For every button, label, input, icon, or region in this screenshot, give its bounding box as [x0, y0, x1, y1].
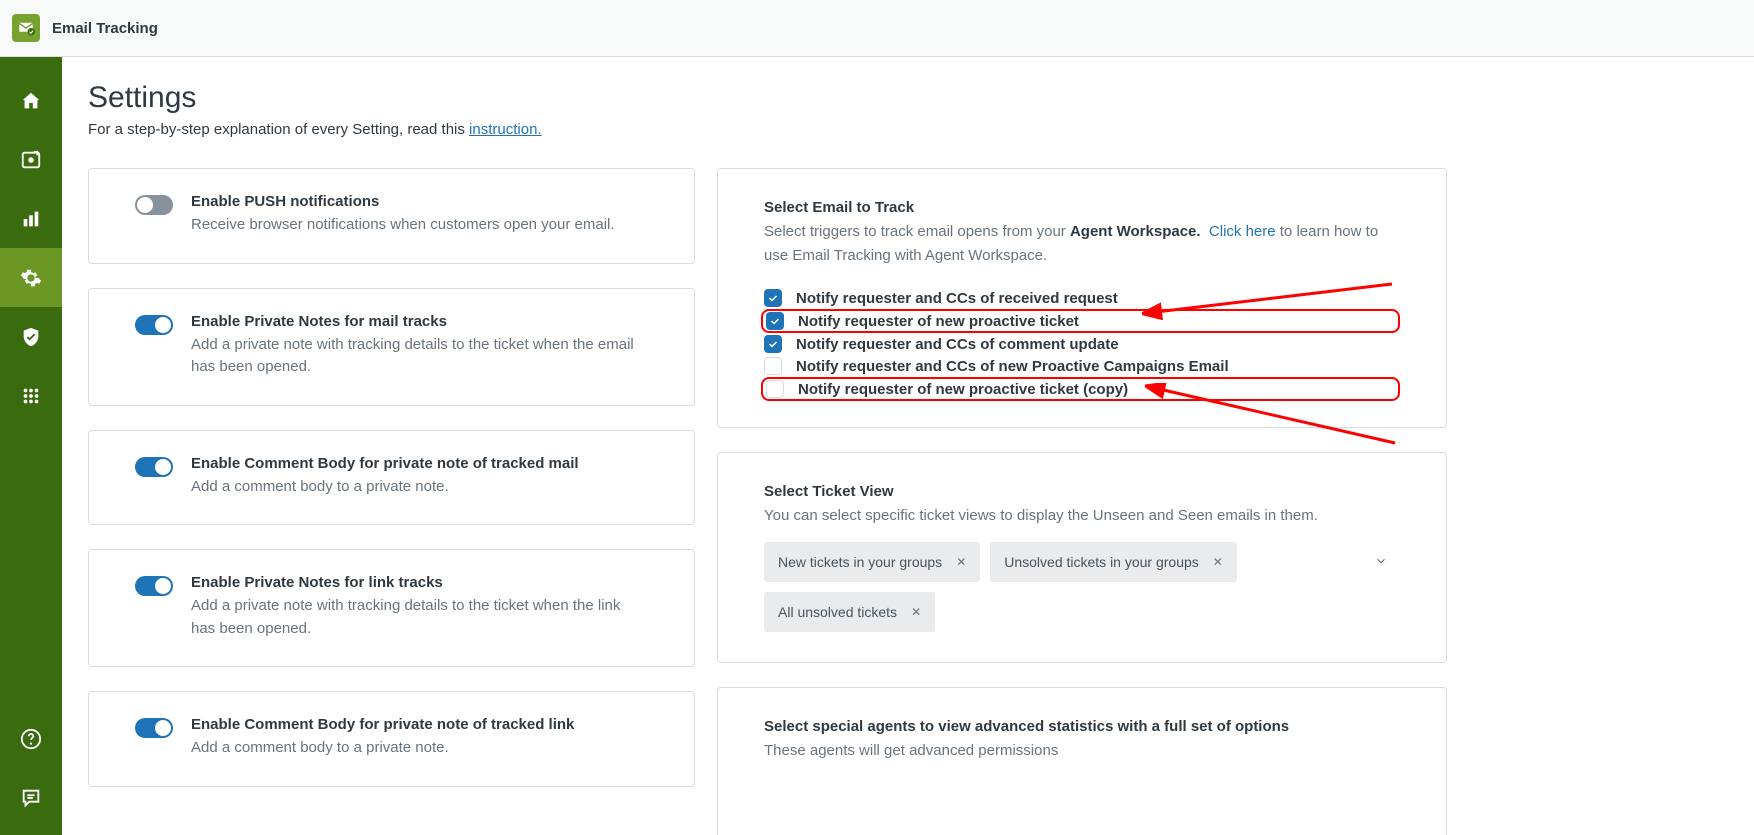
sidebar-item-view[interactable] — [0, 130, 62, 189]
select-email-title: Select Email to Track — [764, 199, 1400, 216]
topbar: Email Tracking — [0, 0, 1754, 57]
special-agents-card: Select special agents to view advanced s… — [717, 687, 1447, 835]
instruction-link[interactable]: instruction. — [469, 121, 542, 138]
sidebar-item-security[interactable] — [0, 307, 62, 366]
sidebar-item-chat[interactable] — [0, 768, 62, 827]
sidebar-item-help[interactable] — [0, 709, 62, 768]
checkbox[interactable] — [766, 312, 784, 330]
ticket-view-card: Select Ticket View You can select specif… — [717, 452, 1447, 663]
sidebar — [0, 57, 62, 835]
toggle-switch[interactable] — [135, 718, 173, 738]
setting-title: Enable Private Notes for mail tracks — [191, 313, 648, 330]
close-icon[interactable]: ✕ — [911, 605, 921, 619]
ticket-view-desc: You can select specific ticket views to … — [764, 504, 1400, 528]
checkbox[interactable] — [764, 357, 782, 375]
setting-title: Enable Comment Body for private note of … — [191, 455, 579, 472]
toggle-switch[interactable] — [135, 576, 173, 596]
trigger-check-row: Notify requester and CCs of comment upda… — [764, 333, 1400, 355]
ticket-view-tags[interactable]: New tickets in your groups✕Unsolved tick… — [764, 542, 1400, 632]
ticket-view-tag[interactable]: Unsolved tickets in your groups ✕ — [990, 542, 1237, 582]
setting-card: Enable PUSH notifications Receive browse… — [88, 168, 695, 264]
sidebar-item-settings[interactable] — [0, 248, 62, 307]
app-logo — [12, 14, 40, 42]
ticket-view-tag[interactable]: All unsolved tickets ✕ — [764, 592, 935, 632]
chevron-down-icon[interactable] — [1374, 554, 1388, 573]
check-label: Notify requester and CCs of new Proactiv… — [796, 358, 1229, 375]
checkbox[interactable] — [766, 380, 784, 398]
checkbox[interactable] — [764, 289, 782, 307]
check-label: Notify requester of new proactive ticket — [798, 313, 1079, 330]
check-label: Notify requester of new proactive ticket… — [798, 381, 1128, 398]
setting-title: Enable PUSH notifications — [191, 193, 615, 210]
page-title: Settings — [88, 81, 1728, 115]
setting-card: Enable Comment Body for private note of … — [88, 691, 695, 787]
trigger-checklist: Notify requester and CCs of received req… — [764, 287, 1400, 401]
trigger-check-row: Notify requester of new proactive ticket… — [761, 377, 1400, 401]
main-content: Settings For a step-by-step explanation … — [62, 57, 1754, 835]
trigger-check-row: Notify requester of new proactive ticket — [761, 309, 1400, 333]
setting-desc: Add a private note with tracking details… — [191, 334, 648, 379]
ticket-view-tag[interactable]: New tickets in your groups ✕ — [764, 542, 980, 582]
trigger-check-row: Notify requester and CCs of received req… — [764, 287, 1400, 309]
setting-desc: Add a private note with tracking details… — [191, 595, 648, 640]
setting-desc: Add a comment body to a private note. — [191, 737, 574, 760]
left-column: Enable PUSH notifications Receive browse… — [88, 168, 695, 835]
sidebar-item-reports[interactable] — [0, 189, 62, 248]
close-icon[interactable]: ✕ — [1213, 555, 1223, 569]
setting-card: Enable Comment Body for private note of … — [88, 430, 695, 526]
select-email-card: Select Email to Track Select triggers to… — [717, 168, 1447, 428]
trigger-check-row: Notify requester and CCs of new Proactiv… — [764, 355, 1400, 377]
tag-label: Unsolved tickets in your groups — [1004, 554, 1199, 570]
agents-title: Select special agents to view advanced s… — [764, 718, 1400, 735]
page-description: For a step-by-step explanation of every … — [88, 121, 1728, 138]
page-desc-text: For a step-by-step explanation of every … — [88, 121, 469, 138]
setting-desc: Receive browser notifications when custo… — [191, 214, 615, 237]
setting-desc: Add a comment body to a private note. — [191, 476, 579, 499]
setting-card: Enable Private Notes for link tracks Add… — [88, 549, 695, 667]
setting-card: Enable Private Notes for mail tracks Add… — [88, 288, 695, 406]
sidebar-item-apps[interactable] — [0, 366, 62, 425]
setting-title: Enable Comment Body for private note of … — [191, 716, 574, 733]
close-icon[interactable]: ✕ — [956, 555, 966, 569]
sidebar-item-home[interactable] — [0, 71, 62, 130]
check-label: Notify requester and CCs of received req… — [796, 290, 1118, 307]
tag-label: New tickets in your groups — [778, 554, 942, 570]
select-email-desc: Select triggers to track email opens fro… — [764, 220, 1400, 267]
tag-label: All unsolved tickets — [778, 604, 897, 620]
checkbox[interactable] — [764, 335, 782, 353]
toggle-switch[interactable] — [135, 195, 173, 215]
ticket-view-title: Select Ticket View — [764, 483, 1400, 500]
app-title: Email Tracking — [52, 20, 158, 37]
toggle-switch[interactable] — [135, 315, 173, 335]
agents-desc: These agents will get advanced permissio… — [764, 739, 1400, 763]
click-here-link[interactable]: Click here — [1209, 223, 1276, 240]
check-label: Notify requester and CCs of comment upda… — [796, 336, 1119, 353]
setting-title: Enable Private Notes for link tracks — [191, 574, 648, 591]
right-column: Select Email to Track Select triggers to… — [717, 168, 1447, 835]
toggle-switch[interactable] — [135, 457, 173, 477]
